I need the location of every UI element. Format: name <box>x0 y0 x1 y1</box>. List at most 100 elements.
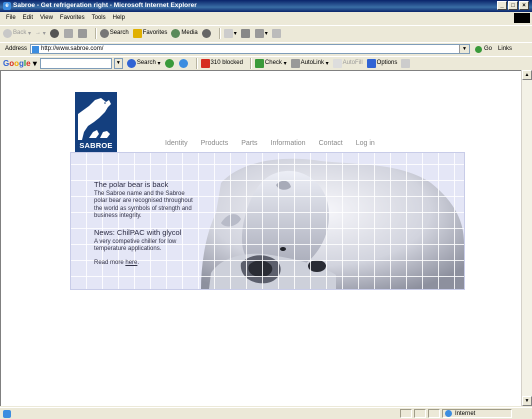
logo-wordmark: SABROE <box>79 141 113 150</box>
close-button[interactable]: × <box>519 1 529 10</box>
hero-body-polar-bear: The Sabroe name and the Sabroe polar bea… <box>94 191 193 220</box>
security-zone: Internet <box>442 409 512 418</box>
options-label: Options <box>376 60 398 66</box>
google-search-button[interactable]: Search ▾ <box>126 58 161 68</box>
google-search-icon <box>126 58 136 68</box>
edit-page-icon <box>254 28 264 38</box>
status-cell <box>414 409 426 418</box>
hero-heading-polar-bear: The polar bear is back <box>94 180 169 189</box>
zone-label: Internet <box>455 410 476 417</box>
address-input[interactable]: http://www.sabroe.com/ ▼ <box>30 44 471 54</box>
maximize-button[interactable]: □ <box>508 1 518 10</box>
status-cell <box>400 409 412 418</box>
search-button[interactable]: Search <box>99 28 129 38</box>
autolink-button[interactable]: AutoLink ▾ <box>290 58 329 68</box>
history-button[interactable] <box>201 28 212 38</box>
hero-banner: The polar bear is back The Sabroe name a… <box>70 152 465 290</box>
status-text-area <box>13 409 398 418</box>
menu-view[interactable]: View <box>40 15 53 21</box>
print-button[interactable] <box>240 28 251 38</box>
check-label: Check <box>264 60 282 66</box>
ie-logo-icon: e <box>3 2 11 10</box>
back-arrow-icon <box>3 28 12 38</box>
favorites-icon <box>132 28 142 38</box>
status-bar: Internet <box>0 407 532 419</box>
favorites-label: Favorites <box>142 30 168 36</box>
forward-button[interactable]: → ▾ <box>35 30 46 37</box>
spell-check-button[interactable]: Check ▾ <box>254 58 287 68</box>
address-bar: Address http://www.sabroe.com/ ▼ Go Link… <box>0 42 532 55</box>
nav-contact[interactable]: Contact <box>319 140 343 147</box>
address-url: http://www.sabroe.com/ <box>41 46 104 52</box>
print-icon <box>240 28 250 38</box>
links-button[interactable]: Links <box>498 46 512 52</box>
menu-bar: File Edit View Favorites Tools Help <box>0 13 532 23</box>
highlight-icon <box>401 58 411 68</box>
menu-tools[interactable]: Tools <box>92 15 106 21</box>
read-more-line: Read more here. <box>94 260 199 267</box>
edit-button[interactable]: ▾ <box>254 28 268 38</box>
scroll-up-button[interactable]: ▲ <box>522 70 532 80</box>
google-search-dropdown[interactable]: ▼ <box>113 57 123 69</box>
discuss-icon <box>271 28 281 38</box>
go-button[interactable]: Go <box>475 45 492 53</box>
scroll-down-button[interactable]: ▼ <box>522 396 532 406</box>
favorites-button[interactable]: Favorites <box>132 28 168 38</box>
nav-identity[interactable]: Identity <box>165 140 188 147</box>
autofill-button[interactable]: AutoFill <box>332 58 363 68</box>
standard-toolbar: Back ▾ → ▾ Search Favorites Media ▾ ▾ <box>0 25 532 40</box>
pagerank-icon <box>164 58 174 68</box>
toolbar-separator <box>249 57 252 69</box>
window-titlebar: e Sabroe - Get refrigeration right - Micr… <box>0 0 532 12</box>
google-toolbar: Google ▾ ▼ Search ▾ 310 blocked Check ▾ … <box>0 56 532 69</box>
page-info-icon <box>178 58 188 68</box>
page-info-button[interactable] <box>178 58 189 68</box>
options-icon <box>366 58 376 68</box>
pagerank-button[interactable] <box>164 58 175 68</box>
vertical-scrollbar[interactable]: ▲ ▼ <box>521 70 532 406</box>
menu-edit[interactable]: Edit <box>23 15 33 21</box>
windows-flag-icon <box>514 13 530 23</box>
address-label: Address <box>5 46 28 52</box>
highlight-button[interactable] <box>401 58 411 68</box>
nav-login[interactable]: Log in <box>356 140 375 147</box>
home-button[interactable] <box>77 28 88 38</box>
options-button[interactable]: Options <box>366 58 398 68</box>
menu-favorites[interactable]: Favorites <box>60 15 85 21</box>
nav-parts[interactable]: Parts <box>241 140 257 147</box>
stop-button[interactable] <box>49 28 60 38</box>
forward-arrow-icon: → <box>35 30 42 36</box>
minimize-button[interactable]: _ <box>497 1 507 10</box>
google-logo-letter: e <box>26 58 31 68</box>
read-more-suffix: . <box>137 260 140 267</box>
menu-help[interactable]: Help <box>113 15 125 21</box>
go-arrow-icon <box>475 45 483 53</box>
autofill-label: AutoFill <box>342 60 363 66</box>
media-button[interactable]: Media <box>171 28 198 38</box>
search-label: Search <box>109 30 129 36</box>
popup-blocker-button[interactable]: 310 blocked <box>200 58 243 68</box>
google-search-label: Search <box>136 60 156 66</box>
sabroe-logo[interactable]: SABROE <box>75 92 117 153</box>
toolbar-separator <box>195 57 198 69</box>
back-button[interactable]: Back ▾ <box>3 28 31 38</box>
page-status-icon <box>3 409 11 418</box>
nav-products[interactable]: Products <box>201 140 229 147</box>
nav-information[interactable]: Information <box>271 140 306 147</box>
autolink-label: AutoLink <box>300 60 324 66</box>
read-more-link[interactable]: here <box>125 260 137 266</box>
hero-heading-news: News: ChilPAC with glycol <box>94 227 182 237</box>
autolink-icon <box>290 58 300 68</box>
refresh-button[interactable] <box>63 28 74 38</box>
menu-file[interactable]: File <box>6 15 16 21</box>
autofill-icon <box>332 58 342 68</box>
mail-button[interactable]: ▾ <box>223 28 237 38</box>
toolbar-separator <box>218 27 221 39</box>
google-logo[interactable]: Google ▾ <box>3 59 37 68</box>
media-icon <box>171 28 181 38</box>
address-dropdown-button[interactable]: ▼ <box>459 45 470 53</box>
google-search-input[interactable] <box>39 57 112 69</box>
discuss-button[interactable] <box>271 28 282 38</box>
